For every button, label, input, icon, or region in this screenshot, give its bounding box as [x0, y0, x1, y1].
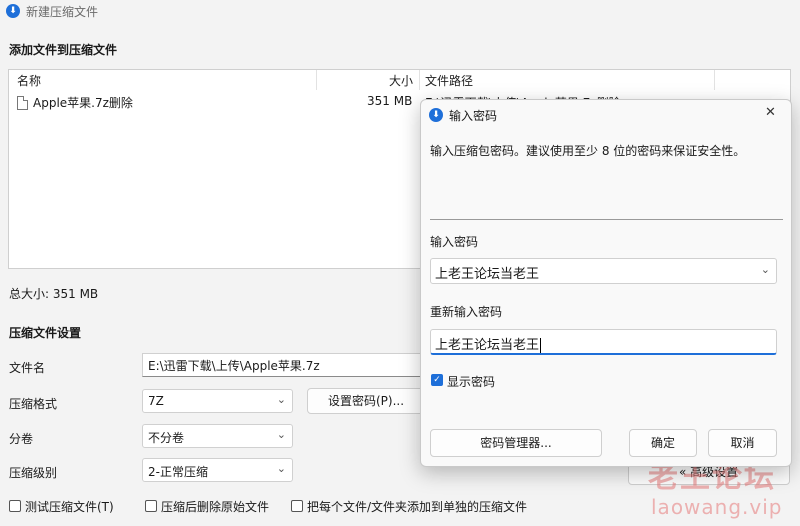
separate-archives-checkbox[interactable]: [291, 500, 303, 512]
dialog-divider: [430, 219, 783, 220]
level-value: 2-正常压缩: [148, 465, 208, 479]
password-manager-button[interactable]: 密码管理器...: [430, 429, 602, 457]
column-header-name[interactable]: 名称: [17, 72, 41, 89]
password-label: 输入密码: [430, 235, 479, 249]
split-label: 分卷: [9, 432, 34, 446]
dialog-title: 输入密码: [449, 109, 498, 123]
password-input[interactable]: 上老王论坛当老王 ⌄: [430, 258, 777, 284]
filename-label: 文件名: [9, 361, 46, 375]
column-separator: [316, 70, 317, 90]
test-archive-label: 测试压缩文件(T): [25, 500, 114, 514]
column-separator: [419, 70, 420, 90]
delete-original-checkbox[interactable]: [145, 500, 157, 512]
watermark-url: laowang.vip: [651, 495, 783, 519]
password-dialog: ⬇ 输入密码 ✕ 输入压缩包密码。建议使用至少 8 位的密码来保证安全性。 输入…: [420, 99, 792, 467]
format-value: 7Z: [148, 394, 164, 408]
format-label: 压缩格式: [9, 397, 58, 411]
ok-button[interactable]: 确定: [629, 429, 697, 457]
chevron-down-icon: ⌄: [276, 428, 286, 441]
show-password-checkbox[interactable]: ✓: [431, 374, 443, 386]
password-value: 上老王论坛当老王: [435, 267, 540, 282]
dialog-description: 输入压缩包密码。建议使用至少 8 位的密码来保证安全性。: [430, 144, 746, 158]
cancel-button[interactable]: 取消: [708, 429, 777, 457]
add-files-section-title: 添加文件到压缩文件: [9, 43, 118, 57]
chevron-down-icon: ⌄: [276, 462, 286, 475]
app-icon: ⬇: [6, 4, 20, 18]
confirm-password-label: 重新输入密码: [430, 305, 503, 319]
filename-input[interactable]: E:\迅雷下载\上传\Apple苹果.7z: [142, 353, 432, 377]
level-label: 压缩级别: [9, 466, 58, 480]
separate-archives-label: 把每个文件/文件夹添加到单独的压缩文件: [307, 500, 528, 514]
confirm-password-input[interactable]: 上老王论坛当老王: [430, 329, 777, 355]
column-header-size[interactable]: 大小: [389, 72, 413, 89]
file-name: Apple苹果.7z删除: [33, 96, 133, 110]
set-password-button[interactable]: 设置密码(P)...: [307, 388, 425, 414]
show-password-label: 显示密码: [447, 375, 496, 389]
test-archive-checkbox[interactable]: [9, 500, 21, 512]
confirm-password-value: 上老王论坛当老王: [435, 338, 540, 353]
text-cursor: [540, 338, 542, 353]
chevron-down-icon[interactable]: ⌄: [761, 263, 770, 276]
delete-original-label: 压缩后删除原始文件: [161, 500, 270, 514]
split-value: 不分卷: [148, 431, 185, 445]
chevron-down-icon: ⌄: [276, 393, 286, 406]
level-select[interactable]: 2-正常压缩 ⌄: [142, 458, 293, 482]
settings-section-title: 压缩文件设置: [9, 326, 82, 340]
format-select[interactable]: 7Z ⌄: [142, 389, 293, 413]
window-title: 新建压缩文件: [26, 5, 99, 19]
column-header-path[interactable]: 文件路径: [425, 72, 473, 89]
column-separator: [714, 70, 715, 90]
close-icon[interactable]: ✕: [765, 105, 776, 120]
dialog-app-icon: ⬇: [429, 108, 443, 122]
total-size: 总大小: 351 MB: [9, 287, 99, 301]
split-select[interactable]: 不分卷 ⌄: [142, 424, 293, 448]
file-icon: [17, 96, 28, 110]
file-size: 351 MB: [367, 94, 413, 108]
